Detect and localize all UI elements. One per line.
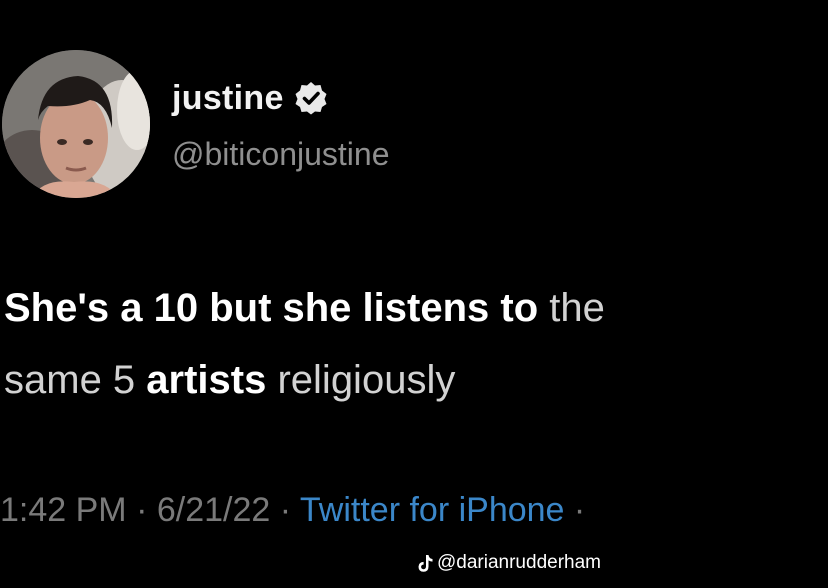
meta-separator: · <box>270 491 300 529</box>
meta-separator: · <box>126 491 157 529</box>
watermark-text: @darianrudderham <box>437 552 601 573</box>
tweet-line-1-regular: the <box>538 286 605 330</box>
display-name[interactable]: justine <box>172 78 328 118</box>
tweet-line-2-regular-b: religiously <box>266 358 456 402</box>
tweet-time[interactable]: 1:42 PM <box>0 491 127 529</box>
watermark: @darianrudderham <box>417 552 601 574</box>
meta-separator: · <box>564 491 586 529</box>
verified-check-icon <box>295 82 327 115</box>
tweet-line-2-regular-a: same 5 <box>4 358 147 402</box>
tweet-line-2: same 5 artists religiously <box>4 344 828 416</box>
tweet-line-1: She's a 10 but she listens to the <box>4 272 828 344</box>
tweet-line-1-bold: She's a 10 but she listens to <box>4 286 539 330</box>
tweet-date[interactable]: 6/21/22 <box>157 491 270 529</box>
display-name-text: justine <box>172 79 284 117</box>
profile-photo <box>2 50 150 198</box>
tweet-source-link[interactable]: Twitter for iPhone <box>300 491 565 529</box>
tiktok-icon <box>418 554 433 572</box>
tweet-line-2-bold: artists <box>146 358 267 402</box>
handle[interactable]: @biticonjustine <box>172 134 389 174</box>
tweet-meta: 1:42 PM · 6/21/22 · Twitter for iPhone · <box>0 488 585 532</box>
avatar[interactable] <box>2 50 150 198</box>
tweet-text: She's a 10 but she listens to the same 5… <box>4 272 828 416</box>
